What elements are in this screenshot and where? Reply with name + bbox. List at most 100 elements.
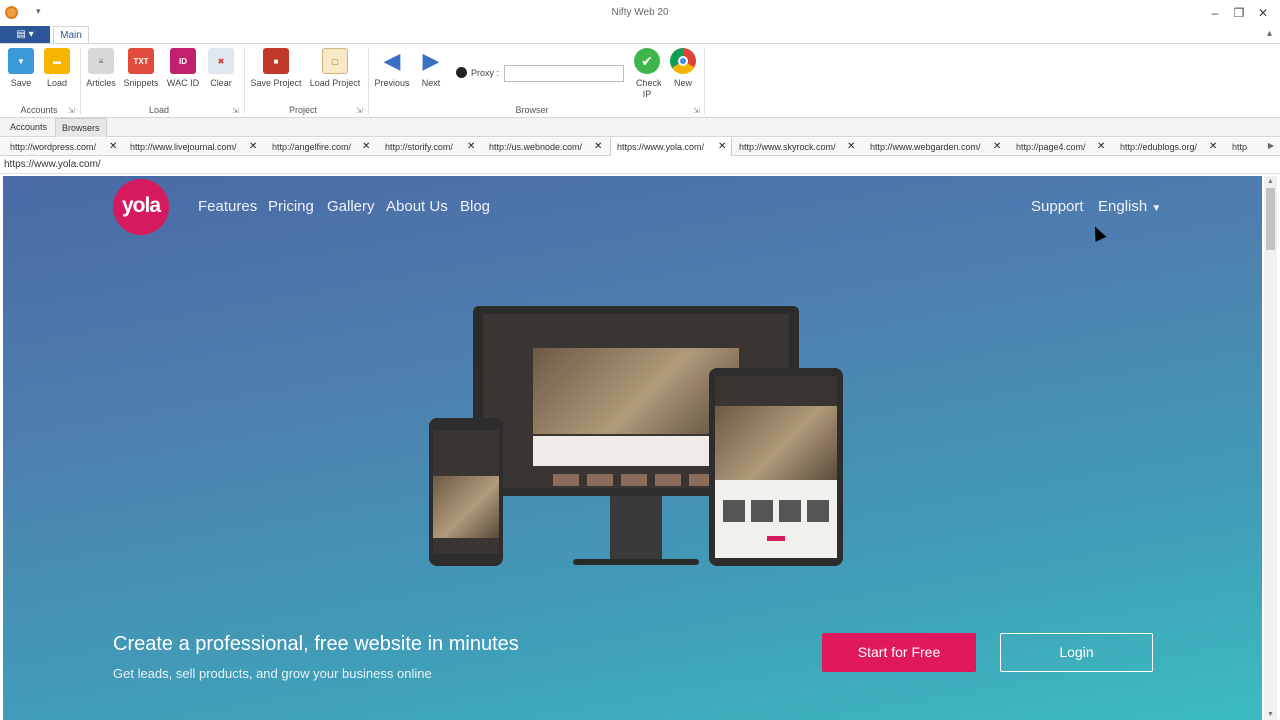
clear-icon: ✖ [208, 48, 234, 74]
arrow-left-icon: ◀ [383, 48, 401, 73]
nav-blog[interactable]: Blog [460, 198, 490, 215]
browser-tab[interactable]: http://wordpress.com/ ✕ [4, 138, 122, 156]
group-project-label: Project [288, 105, 317, 115]
browser-tab-label: http://storify.com/ [385, 142, 453, 152]
minimize-button[interactable]: – [1203, 4, 1227, 22]
arrow-right-icon: ▶ [422, 48, 440, 73]
tab-scroll-right-icon[interactable]: ▶ [1268, 141, 1274, 150]
nav-gallery[interactable]: Gallery [327, 198, 375, 215]
save-project-button[interactable]: ■ Save Project [250, 48, 302, 88]
group-project-launcher-icon[interactable]: ⇲ [356, 106, 363, 115]
close-tab-icon[interactable]: ✕ [594, 138, 602, 156]
group-accounts-launcher-icon[interactable]: ⇲ [68, 106, 75, 115]
check-ip-button[interactable]: ✔ Check IP [632, 48, 662, 100]
nav-support[interactable]: Support [1031, 198, 1084, 215]
tab-main[interactable]: Main [53, 26, 89, 44]
browser-tab-strip: http://wordpress.com/ ✕ http://www.livej… [0, 138, 1280, 156]
yola-logo[interactable]: yola [113, 179, 169, 235]
group-divider [704, 48, 705, 114]
close-tab-icon[interactable]: ✕ [993, 138, 1001, 156]
txt-file-icon: TXT [128, 48, 154, 74]
group-accounts-label: Accounts [20, 105, 58, 115]
articles-button[interactable]: ≡ Articles [84, 48, 118, 88]
browser-tab-label: http://edublogs.org/ [1120, 142, 1198, 152]
close-button[interactable]: ✕ [1251, 4, 1275, 22]
close-tab-icon[interactable]: ✕ [467, 138, 475, 156]
browser-tab-label: https://www.yola.com/ [617, 142, 705, 152]
close-tab-icon[interactable]: ✕ [718, 138, 726, 156]
browser-tab-label: http://wordpress.com/ [10, 142, 97, 152]
close-tab-icon[interactable]: ✕ [847, 138, 855, 156]
phone-mockup [429, 418, 503, 566]
articles-icon: ≡ [88, 48, 114, 74]
file-menu-button[interactable]: ▤ ▾ [0, 26, 50, 44]
browser-tab[interactable]: http://www.livejournal.com/ ✕ [124, 138, 262, 156]
group-browser-label: Browser [515, 105, 549, 115]
web-view: yola Features Pricing Gallery About Us B… [3, 176, 1262, 720]
panel-tab-bar: Accounts Browsers [0, 118, 1280, 137]
articles-label: Articles [86, 78, 116, 88]
group-divider [80, 48, 81, 114]
scroll-down-icon[interactable]: ▼ [1267, 711, 1274, 718]
save-project-label: Save Project [250, 78, 302, 88]
browser-tab-label: http://www.livejournal.com/ [130, 142, 237, 152]
previous-button[interactable]: ◀ Previous [372, 48, 412, 88]
restore-button[interactable]: ❐ [1227, 4, 1251, 22]
browser-tab[interactable]: http [1226, 138, 1256, 156]
next-button[interactable]: ▶ Next [416, 48, 446, 88]
checkmark-icon: ✔ [634, 48, 660, 74]
save-button[interactable]: ▼ Save [6, 48, 36, 88]
group-load-launcher-icon[interactable]: ⇲ [232, 106, 239, 115]
wac-id-button[interactable]: ID WAC ID [166, 48, 200, 88]
ribbon: ▼ Save ▬ Load Accounts ⇲ ≡ Articles TXT … [0, 43, 1280, 118]
load-button[interactable]: ▬ Load [42, 48, 72, 88]
load-project-button[interactable]: ▢ Load Project [308, 48, 362, 88]
monitor-base [573, 559, 699, 565]
proxy-input[interactable] [504, 65, 624, 82]
tablet-mockup [709, 368, 843, 566]
address-bar[interactable]: https://www.yola.com/ [0, 156, 1280, 174]
group-load-label: Load [148, 105, 170, 115]
save-icon: ▼ [8, 48, 34, 74]
nav-features[interactable]: Features [198, 198, 257, 215]
group-browser-launcher-icon[interactable]: ⇲ [693, 106, 700, 115]
browser-tab-label: http://www.skyrock.com/ [739, 142, 836, 152]
browser-tab[interactable]: http://www.webgarden.com/ ✕ [864, 138, 1006, 156]
ribbon-collapse-icon[interactable]: ▴ [1267, 28, 1272, 39]
folder-icon: ▬ [44, 48, 70, 74]
browser-tab[interactable]: http://page4.com/ ✕ [1010, 138, 1110, 156]
close-tab-icon[interactable]: ✕ [109, 138, 117, 156]
id-icon: ID [170, 48, 196, 74]
login-button[interactable]: Login [1000, 633, 1153, 672]
window-title: Nifty Web 20 [611, 7, 669, 18]
hero-headline: Create a professional, free website in m… [113, 633, 519, 655]
group-divider [244, 48, 245, 114]
browser-tab-label: http://angelfire.com/ [272, 142, 352, 152]
nav-about-us[interactable]: About Us [386, 198, 448, 215]
clear-button[interactable]: ✖ Clear [206, 48, 236, 88]
close-tab-icon[interactable]: ✕ [1097, 138, 1105, 156]
browser-tab-active[interactable]: https://www.yola.com/ ✕ [610, 138, 732, 156]
start-for-free-button[interactable]: Start for Free [822, 633, 976, 672]
new-label: New [673, 78, 692, 88]
snippets-button[interactable]: TXT Snippets [122, 48, 160, 88]
browser-tab[interactable]: http://edublogs.org/ ✕ [1114, 138, 1222, 156]
close-tab-icon[interactable]: ✕ [362, 138, 370, 156]
browser-tab-label: http://us.webnode.com/ [489, 142, 583, 152]
scroll-up-icon[interactable]: ▲ [1267, 178, 1274, 185]
vertical-scrollbar[interactable]: ▲ ▼ [1264, 176, 1277, 720]
browser-tab[interactable]: http://www.skyrock.com/ ✕ [734, 138, 860, 156]
close-tab-icon[interactable]: ✕ [1209, 138, 1217, 156]
language-select[interactable]: English ▼ [1098, 198, 1161, 215]
new-browser-button[interactable]: New [668, 48, 698, 88]
tab-accounts[interactable]: Accounts [4, 118, 53, 137]
browser-tab[interactable]: http://us.webnode.com/ ✕ [484, 138, 608, 156]
address-url[interactable]: https://www.yola.com/ [4, 159, 101, 170]
close-tab-icon[interactable]: ✕ [249, 138, 257, 156]
nav-pricing[interactable]: Pricing [268, 198, 314, 215]
browser-tab[interactable]: http://storify.com/ ✕ [380, 138, 478, 156]
scrollbar-thumb[interactable] [1266, 188, 1275, 250]
proxy-label: Proxy : [471, 68, 500, 78]
tab-browsers[interactable]: Browsers [55, 118, 107, 137]
browser-tab[interactable]: http://angelfire.com/ ✕ [266, 138, 374, 156]
